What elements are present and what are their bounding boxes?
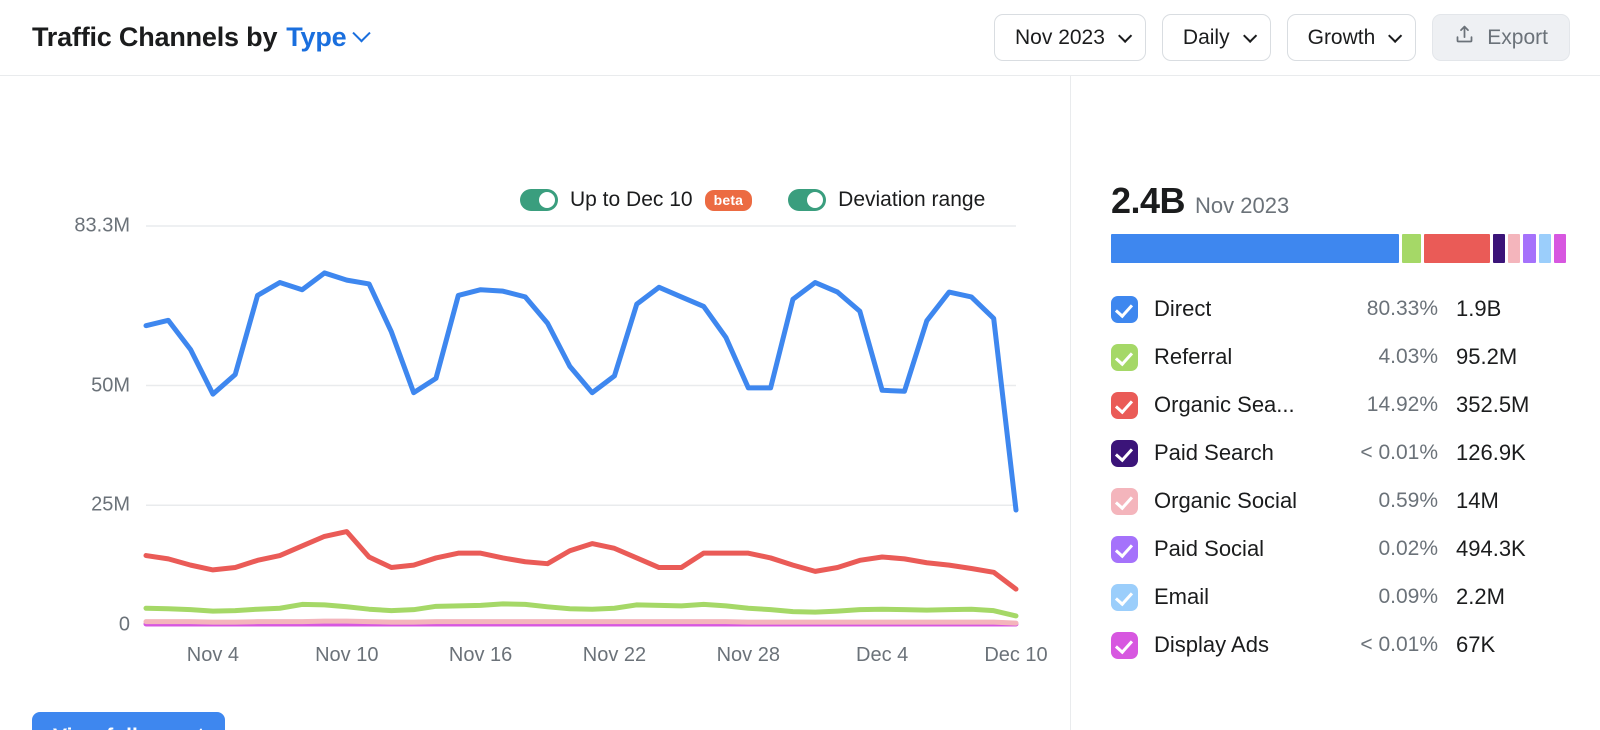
legend-channel-name: Paid Search [1154, 440, 1274, 466]
legend-row[interactable]: Referral 4.03%95.2M [1111, 333, 1566, 381]
view-full-report-button[interactable]: View full report [32, 712, 225, 730]
legend-row[interactable]: Direct 80.33%1.9B [1111, 285, 1566, 333]
date-range-dropdown[interactable]: Nov 2023 [994, 14, 1146, 61]
legend-checkbox[interactable] [1111, 392, 1138, 419]
page-title-main: Traffic Channels by [32, 22, 277, 53]
chevron-down-icon[interactable] [353, 24, 371, 42]
date-range-label: Nov 2023 [1015, 26, 1105, 50]
legend-row[interactable]: Display Ads < 0.01%67K [1111, 621, 1566, 669]
chevron-down-icon [1388, 28, 1402, 42]
legend-checkbox[interactable] [1111, 536, 1138, 563]
legend-channel-name: Referral [1154, 344, 1232, 370]
y-axis-tick-label: 25M [91, 494, 130, 517]
page-title: Traffic Channels by Type [32, 22, 368, 53]
legend-percent: 0.59% [1318, 489, 1438, 513]
x-axis-tick-label: Nov 4 [187, 644, 239, 667]
granularity-dropdown[interactable]: Daily [1162, 14, 1271, 61]
stacked-share-bar [1111, 234, 1566, 263]
legend-checkbox[interactable] [1111, 344, 1138, 371]
legend-checkbox[interactable] [1111, 584, 1138, 611]
x-axis: Nov 4Nov 10Nov 16Nov 22Nov 28Dec 4Dec 10 [146, 644, 1016, 674]
granularity-label: Daily [1183, 26, 1230, 50]
x-axis-tick-label: Dec 4 [856, 644, 908, 667]
metric-dropdown[interactable]: Growth [1287, 14, 1417, 61]
legend-value: 352.5M [1438, 392, 1566, 418]
panel-body: Up to Dec 10 beta Deviation range 83.3M5… [0, 76, 1600, 730]
legend-value: 14M [1438, 488, 1566, 514]
legend-percent: 80.33% [1318, 297, 1438, 321]
legend-channel-name: Direct [1154, 296, 1211, 322]
legend-channel-name: Paid Social [1154, 536, 1264, 562]
legend-value: 126.9K [1438, 440, 1566, 466]
stacked-bar-segment [1508, 234, 1520, 263]
legend-checkbox[interactable] [1111, 632, 1138, 659]
legend-checkbox[interactable] [1111, 440, 1138, 467]
export-button[interactable]: Export [1432, 14, 1570, 61]
stacked-bar-segment [1523, 234, 1535, 263]
x-axis-tick-label: Nov 16 [449, 644, 512, 667]
export-label: Export [1487, 26, 1548, 50]
legend-channel-name: Organic Sea... [1154, 392, 1295, 418]
legend-percent: < 0.01% [1318, 441, 1438, 465]
legend-value: 67K [1438, 632, 1566, 658]
x-axis-tick-label: Nov 10 [315, 644, 378, 667]
upload-icon [1454, 24, 1475, 51]
legend-channel-name: Organic Social [1154, 488, 1297, 514]
legend-row[interactable]: Paid Social 0.02%494.3K [1111, 525, 1566, 573]
total-value: 2.4B [1111, 180, 1185, 222]
legend-row[interactable]: Email 0.09%2.2M [1111, 573, 1566, 621]
legend-row[interactable]: Organic Social 0.59%14M [1111, 477, 1566, 525]
series-line[interactable] [146, 532, 1016, 589]
stacked-bar-segment [1554, 234, 1566, 263]
channel-legend-list: Direct 80.33%1.9B Referral 4.03%95.2M Organi… [1111, 285, 1566, 669]
legend-percent: < 0.01% [1318, 633, 1438, 657]
legend-percent: 0.09% [1318, 585, 1438, 609]
y-axis-tick-label: 83.3M [74, 215, 130, 238]
legend-row[interactable]: Organic Sea... 14.92%352.5M [1111, 381, 1566, 429]
total-period: Nov 2023 [1195, 193, 1289, 219]
y-axis-tick-label: 50M [91, 374, 130, 397]
x-axis-tick-label: Dec 10 [984, 644, 1047, 667]
legend-channel-name: Email [1154, 584, 1209, 610]
legend-value: 2.2M [1438, 584, 1566, 610]
x-axis-tick-label: Nov 22 [583, 644, 646, 667]
panel-header: Traffic Channels by Type Nov 2023 Daily … [0, 0, 1600, 76]
metric-label: Growth [1308, 26, 1376, 50]
legend-row[interactable]: Paid Search < 0.01%126.9K [1111, 429, 1566, 477]
legend-value: 1.9B [1438, 296, 1566, 322]
y-axis-tick-label: 0 [119, 614, 130, 637]
chevron-down-icon [1243, 28, 1257, 42]
legend-checkbox[interactable] [1111, 488, 1138, 515]
y-axis: 83.3M 50M 25M 0 [20, 76, 130, 696]
stacked-bar-segment [1402, 234, 1421, 263]
series-line[interactable] [146, 273, 1016, 510]
page-title-dimension[interactable]: Type [286, 22, 346, 53]
legend-percent: 14.92% [1318, 393, 1438, 417]
legend-channel-name: Display Ads [1154, 632, 1269, 658]
header-actions: Nov 2023 Daily Growth Export [994, 14, 1570, 61]
stacked-bar-segment [1539, 234, 1551, 263]
legend-percent: 0.02% [1318, 537, 1438, 561]
chart-canvas[interactable] [0, 76, 1070, 696]
line-chart[interactable] [0, 76, 1070, 696]
stacked-bar-segment [1111, 234, 1399, 263]
chevron-down-icon [1118, 28, 1132, 42]
legend-value: 494.3K [1438, 536, 1566, 562]
stacked-bar-segment [1424, 234, 1490, 263]
legend-checkbox[interactable] [1111, 296, 1138, 323]
x-axis-tick-label: Nov 28 [717, 644, 780, 667]
series-line[interactable] [146, 621, 1016, 623]
chart-pane: Up to Dec 10 beta Deviation range 83.3M5… [0, 76, 1070, 730]
stacked-bar-segment [1493, 234, 1505, 263]
summary-panel: 2.4B Nov 2023 Direct 80.33%1.9B Referral 4.… [1070, 76, 1600, 730]
total-summary: 2.4B Nov 2023 [1111, 180, 1566, 222]
legend-value: 95.2M [1438, 344, 1566, 370]
series-line[interactable] [146, 604, 1016, 616]
legend-percent: 4.03% [1318, 345, 1438, 369]
